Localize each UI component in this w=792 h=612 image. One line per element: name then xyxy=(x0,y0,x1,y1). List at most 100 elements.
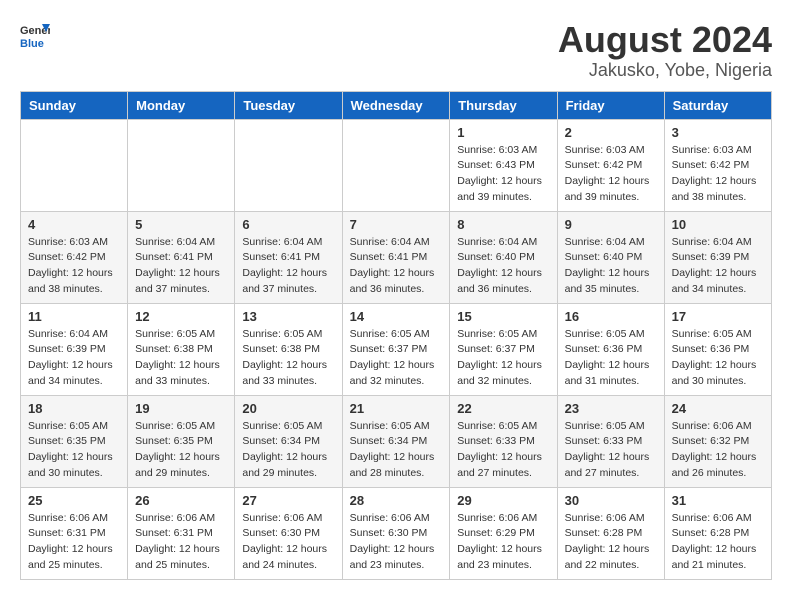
day-number: 17 xyxy=(672,309,764,324)
day-number: 10 xyxy=(672,217,764,232)
day-number: 26 xyxy=(135,493,227,508)
calendar-day-18: 18 Sunrise: 6:05 AM Sunset: 6:35 PM Dayli… xyxy=(21,395,128,487)
day-number: 3 xyxy=(672,125,764,140)
calendar-day-16: 16 Sunrise: 6:05 AM Sunset: 6:36 PM Dayli… xyxy=(557,303,664,395)
calendar-day-4: 4 Sunrise: 6:03 AM Sunset: 6:42 PM Daylig… xyxy=(21,211,128,303)
calendar-day-24: 24 Sunrise: 6:06 AM Sunset: 6:32 PM Dayli… xyxy=(664,395,771,487)
calendar-day-8: 8 Sunrise: 6:04 AM Sunset: 6:40 PM Daylig… xyxy=(450,211,557,303)
day-info: Sunrise: 6:05 AM Sunset: 6:38 PM Dayligh… xyxy=(135,327,227,390)
day-info: Sunrise: 6:04 AM Sunset: 6:40 PM Dayligh… xyxy=(457,235,549,298)
day-number: 25 xyxy=(28,493,120,508)
day-number: 8 xyxy=(457,217,549,232)
calendar-day-23: 23 Sunrise: 6:05 AM Sunset: 6:33 PM Dayli… xyxy=(557,395,664,487)
day-number: 7 xyxy=(350,217,443,232)
day-number: 29 xyxy=(457,493,549,508)
day-info: Sunrise: 6:05 AM Sunset: 6:34 PM Dayligh… xyxy=(350,419,443,482)
calendar-day-7: 7 Sunrise: 6:04 AM Sunset: 6:41 PM Daylig… xyxy=(342,211,450,303)
weekday-header-wednesday: Wednesday xyxy=(342,91,450,119)
day-info: Sunrise: 6:04 AM Sunset: 6:41 PM Dayligh… xyxy=(135,235,227,298)
calendar-day-26: 26 Sunrise: 6:06 AM Sunset: 6:31 PM Dayli… xyxy=(128,487,235,579)
day-number: 27 xyxy=(242,493,334,508)
calendar-table: SundayMondayTuesdayWednesdayThursdayFrid… xyxy=(20,91,772,580)
day-number: 18 xyxy=(28,401,120,416)
day-info: Sunrise: 6:05 AM Sunset: 6:37 PM Dayligh… xyxy=(457,327,549,390)
calendar-week-row: 4 Sunrise: 6:03 AM Sunset: 6:42 PM Daylig… xyxy=(21,211,772,303)
day-number: 6 xyxy=(242,217,334,232)
day-info: Sunrise: 6:05 AM Sunset: 6:34 PM Dayligh… xyxy=(242,419,334,482)
day-number: 23 xyxy=(565,401,657,416)
calendar-day-11: 11Sunrise: 6:04 AM Sunset: 6:39 PM Dayli… xyxy=(21,303,128,395)
day-info: Sunrise: 6:06 AM Sunset: 6:31 PM Dayligh… xyxy=(28,511,120,574)
day-number: 15 xyxy=(457,309,549,324)
day-info: Sunrise: 6:06 AM Sunset: 6:28 PM Dayligh… xyxy=(565,511,657,574)
day-info: Sunrise: 6:05 AM Sunset: 6:35 PM Dayligh… xyxy=(135,419,227,482)
weekday-header-row: SundayMondayTuesdayWednesdayThursdayFrid… xyxy=(21,91,772,119)
day-number: 30 xyxy=(565,493,657,508)
weekday-header-monday: Monday xyxy=(128,91,235,119)
day-info: Sunrise: 6:05 AM Sunset: 6:35 PM Dayligh… xyxy=(28,419,120,482)
day-info: Sunrise: 6:05 AM Sunset: 6:33 PM Dayligh… xyxy=(565,419,657,482)
calendar-empty-cell xyxy=(128,119,235,211)
day-info: Sunrise: 6:05 AM Sunset: 6:36 PM Dayligh… xyxy=(672,327,764,390)
weekday-header-tuesday: Tuesday xyxy=(235,91,342,119)
day-info: Sunrise: 6:03 AM Sunset: 6:42 PM Dayligh… xyxy=(28,235,120,298)
day-number: 13 xyxy=(242,309,334,324)
day-info: Sunrise: 6:05 AM Sunset: 6:37 PM Dayligh… xyxy=(350,327,443,390)
weekday-header-friday: Friday xyxy=(557,91,664,119)
day-number: 21 xyxy=(350,401,443,416)
day-number: 24 xyxy=(672,401,764,416)
calendar-week-row: 18 Sunrise: 6:05 AM Sunset: 6:35 PM Dayli… xyxy=(21,395,772,487)
calendar-day-10: 10Sunrise: 6:04 AM Sunset: 6:39 PM Dayli… xyxy=(664,211,771,303)
day-number: 19 xyxy=(135,401,227,416)
day-info: Sunrise: 6:05 AM Sunset: 6:36 PM Dayligh… xyxy=(565,327,657,390)
calendar-day-22: 22 Sunrise: 6:05 AM Sunset: 6:33 PM Dayli… xyxy=(450,395,557,487)
day-number: 16 xyxy=(565,309,657,324)
day-info: Sunrise: 6:03 AM Sunset: 6:43 PM Dayligh… xyxy=(457,143,549,206)
day-info: Sunrise: 6:04 AM Sunset: 6:41 PM Dayligh… xyxy=(242,235,334,298)
day-number: 20 xyxy=(242,401,334,416)
calendar-day-6: 6 Sunrise: 6:04 AM Sunset: 6:41 PM Daylig… xyxy=(235,211,342,303)
day-info: Sunrise: 6:04 AM Sunset: 6:39 PM Dayligh… xyxy=(28,327,120,390)
title-block: August 2024 Jakusko, Yobe, Nigeria xyxy=(558,20,772,81)
day-number: 22 xyxy=(457,401,549,416)
day-info: Sunrise: 6:03 AM Sunset: 6:42 PM Dayligh… xyxy=(672,143,764,206)
weekday-header-sunday: Sunday xyxy=(21,91,128,119)
logo-icon: General Blue xyxy=(20,20,50,50)
calendar-day-9: 9Sunrise: 6:04 AM Sunset: 6:40 PM Daylig… xyxy=(557,211,664,303)
calendar-day-12: 12 Sunrise: 6:05 AM Sunset: 6:38 PM Dayli… xyxy=(128,303,235,395)
day-info: Sunrise: 6:04 AM Sunset: 6:41 PM Dayligh… xyxy=(350,235,443,298)
calendar-day-14: 14 Sunrise: 6:05 AM Sunset: 6:37 PM Dayli… xyxy=(342,303,450,395)
calendar-day-29: 29 Sunrise: 6:06 AM Sunset: 6:29 PM Dayli… xyxy=(450,487,557,579)
calendar-empty-cell xyxy=(235,119,342,211)
calendar-day-19: 19 Sunrise: 6:05 AM Sunset: 6:35 PM Dayli… xyxy=(128,395,235,487)
day-info: Sunrise: 6:06 AM Sunset: 6:30 PM Dayligh… xyxy=(242,511,334,574)
calendar-day-21: 21 Sunrise: 6:05 AM Sunset: 6:34 PM Dayli… xyxy=(342,395,450,487)
day-number: 28 xyxy=(350,493,443,508)
calendar-day-5: 5 Sunrise: 6:04 AM Sunset: 6:41 PM Daylig… xyxy=(128,211,235,303)
day-info: Sunrise: 6:05 AM Sunset: 6:38 PM Dayligh… xyxy=(242,327,334,390)
calendar-day-31: 31Sunrise: 6:06 AM Sunset: 6:28 PM Dayli… xyxy=(664,487,771,579)
day-info: Sunrise: 6:06 AM Sunset: 6:31 PM Dayligh… xyxy=(135,511,227,574)
month-title: August 2024 xyxy=(558,20,772,60)
day-number: 2 xyxy=(565,125,657,140)
day-info: Sunrise: 6:06 AM Sunset: 6:28 PM Dayligh… xyxy=(672,511,764,574)
weekday-header-thursday: Thursday xyxy=(450,91,557,119)
day-info: Sunrise: 6:06 AM Sunset: 6:29 PM Dayligh… xyxy=(457,511,549,574)
day-number: 5 xyxy=(135,217,227,232)
calendar-day-28: 28 Sunrise: 6:06 AM Sunset: 6:30 PM Dayli… xyxy=(342,487,450,579)
svg-text:Blue: Blue xyxy=(20,38,44,50)
logo: General Blue xyxy=(20,20,50,50)
day-info: Sunrise: 6:06 AM Sunset: 6:30 PM Dayligh… xyxy=(350,511,443,574)
day-info: Sunrise: 6:06 AM Sunset: 6:32 PM Dayligh… xyxy=(672,419,764,482)
day-number: 4 xyxy=(28,217,120,232)
calendar-day-27: 27 Sunrise: 6:06 AM Sunset: 6:30 PM Dayli… xyxy=(235,487,342,579)
calendar-week-row: 1Sunrise: 6:03 AM Sunset: 6:43 PM Daylig… xyxy=(21,119,772,211)
day-info: Sunrise: 6:05 AM Sunset: 6:33 PM Dayligh… xyxy=(457,419,549,482)
calendar-day-17: 17 Sunrise: 6:05 AM Sunset: 6:36 PM Dayli… xyxy=(664,303,771,395)
calendar-empty-cell xyxy=(342,119,450,211)
calendar-day-15: 15 Sunrise: 6:05 AM Sunset: 6:37 PM Dayli… xyxy=(450,303,557,395)
location-subtitle: Jakusko, Yobe, Nigeria xyxy=(558,60,772,81)
calendar-day-1: 1Sunrise: 6:03 AM Sunset: 6:43 PM Daylig… xyxy=(450,119,557,211)
day-number: 12 xyxy=(135,309,227,324)
day-number: 14 xyxy=(350,309,443,324)
